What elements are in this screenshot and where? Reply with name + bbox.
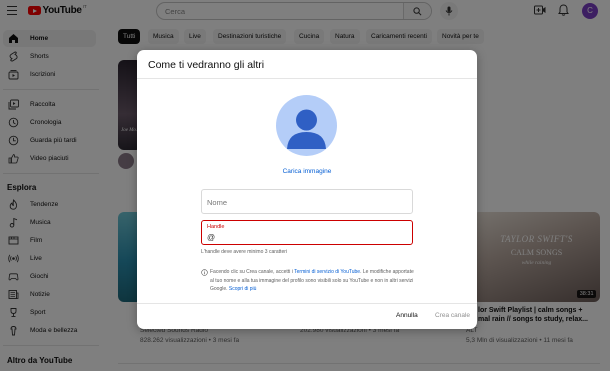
- name-field[interactable]: Nome: [201, 189, 413, 214]
- create-channel-button[interactable]: Crea canale: [435, 312, 470, 319]
- create-channel-dialog: Come ti vedranno gli altri Carica immagi…: [137, 50, 477, 329]
- dialog-divider: [137, 303, 477, 304]
- default-user-icon: [287, 109, 326, 149]
- legal-text: Facendo clic su Crea canale, accetti i: [210, 269, 295, 275]
- handle-field[interactable]: Handle @: [201, 220, 413, 245]
- info-icon: [201, 269, 208, 276]
- profile-avatar-placeholder[interactable]: [276, 95, 337, 156]
- handle-error-message: L'handle deve avere minimo 3 caratteri: [201, 249, 288, 255]
- learn-more-link[interactable]: Scopri di più: [229, 286, 257, 292]
- dialog-divider: [137, 78, 477, 79]
- upload-image-link[interactable]: Carica immagine: [137, 168, 477, 175]
- dialog-title: Come ti vedranno gli altri: [148, 59, 265, 71]
- handle-input[interactable]: @: [207, 233, 215, 242]
- handle-label: Handle: [207, 224, 225, 230]
- name-input[interactable]: Nome: [207, 198, 227, 207]
- cancel-button[interactable]: Annulla: [396, 312, 418, 319]
- legal-notice: Facendo clic su Crea canale, accetti i T…: [210, 268, 415, 294]
- terms-of-service-link[interactable]: Termini di servizio di YouTube: [294, 269, 360, 275]
